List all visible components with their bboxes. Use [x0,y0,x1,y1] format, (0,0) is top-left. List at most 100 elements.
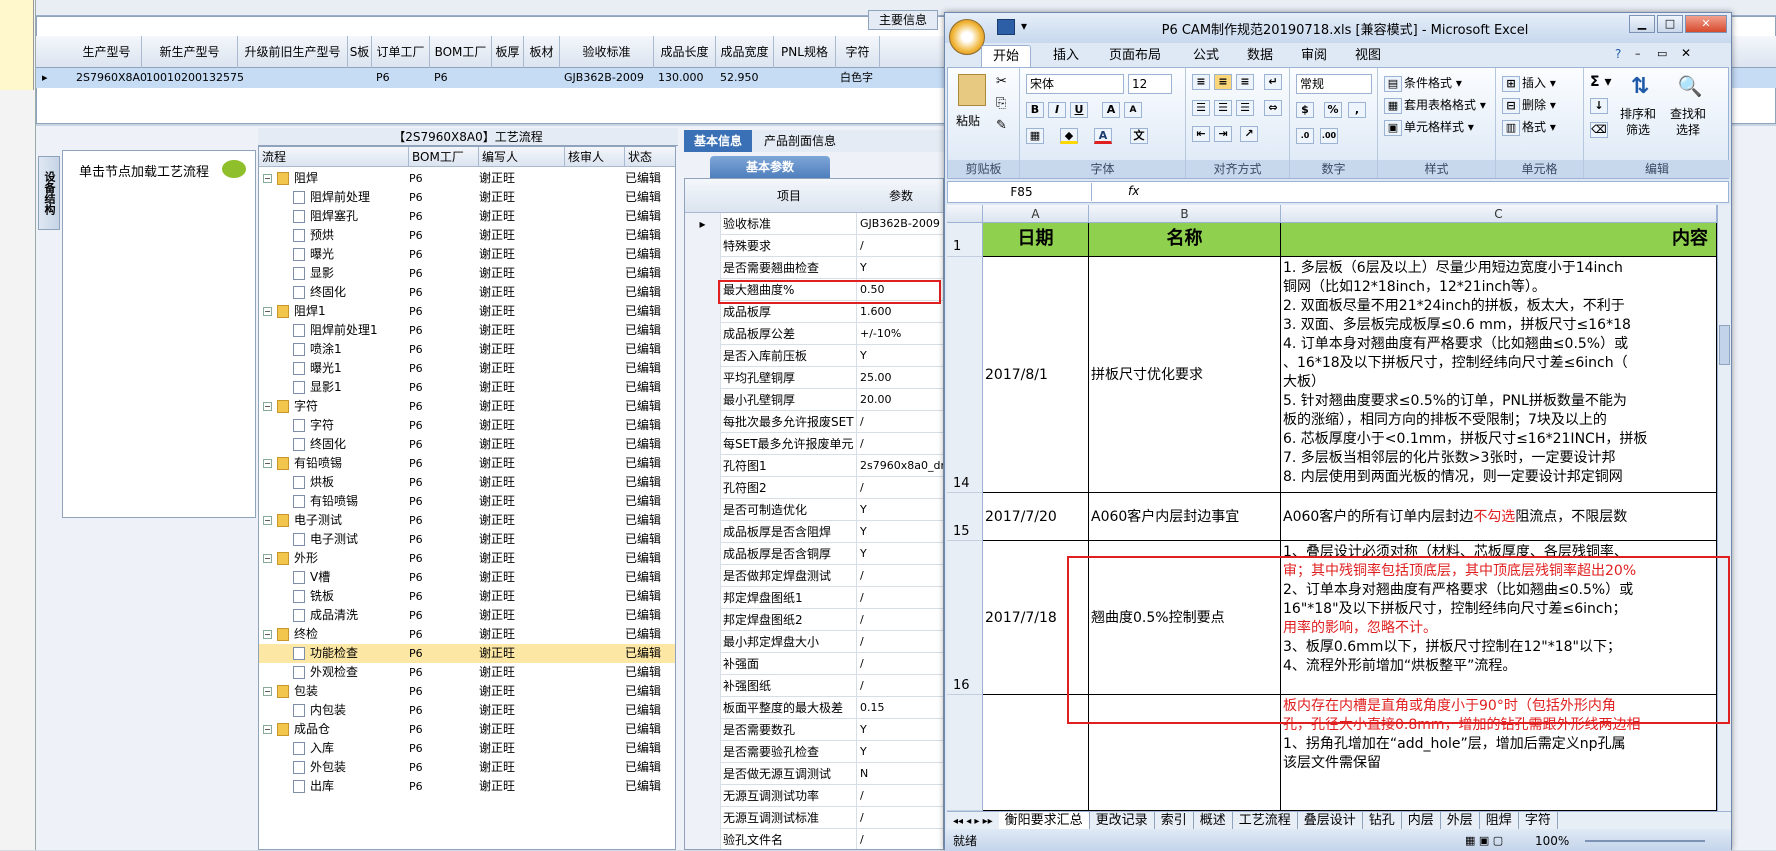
find-select-button[interactable]: 查找和 选择 [1670,106,1706,138]
sheet-tab[interactable]: 更改记录 [1090,812,1155,829]
cell-name[interactable]: 拼板尺寸优化要求 [1089,257,1281,493]
ribbon-min-icon[interactable]: – [1635,47,1641,60]
format-painter-icon[interactable]: ✎ [996,118,1007,133]
ribbon-tab[interactable]: 页面布局 [1099,45,1171,67]
param-row[interactable]: 补强图纸 / [685,675,943,697]
param-value[interactable]: 20.00 [857,389,943,411]
increase-indent-icon[interactable]: ⇥ [1214,126,1234,142]
flow-row[interactable]: − 电子测试 P6 谢正旺 已编辑 [259,511,675,530]
param-value[interactable]: / [857,631,943,653]
main-col-header[interactable]: 板材 [524,36,560,68]
main-row-cell[interactable]: P6 [372,68,430,88]
collapse-icon[interactable]: − [263,725,272,734]
font-color-button[interactable]: A [1094,128,1114,144]
param-row[interactable]: 平均孔壁铜厚 25.00 [685,367,943,389]
main-col-header[interactable]: 字符 [836,36,880,68]
row-number[interactable] [947,695,983,811]
ribbon-tab[interactable]: 审阅 [1291,45,1337,67]
formula-input[interactable] [1150,184,1720,200]
select-all-corner[interactable] [947,205,983,223]
device-structure-tab[interactable]: 设备结构 [38,156,60,230]
flow-row[interactable]: − 字符 P6 谢正旺 已编辑 [259,397,675,416]
sheet-tab[interactable]: 阻焊 [1480,812,1519,829]
main-col-header[interactable]: 板厚 [492,36,524,68]
param-value[interactable]: GJB362B-2009 [857,213,943,235]
table-format-button[interactable]: ▦ 套用表格格式 ▾ [1384,96,1486,114]
quick-access-dropdown-icon[interactable]: ▾ [1021,19,1027,33]
percent-icon[interactable]: % [1324,102,1344,118]
delete-cells-button[interactable]: ⊟ 删除 ▾ [1502,96,1556,114]
cell-date[interactable]: 2017/8/1 [983,257,1089,493]
fill-icon[interactable]: ↓ [1590,98,1610,114]
param-value[interactable]: / [857,807,943,829]
flow-row[interactable]: − 外形 P6 谢正旺 已编辑 [259,549,675,568]
main-col-header[interactable]: 成品宽度 [716,36,774,68]
param-value[interactable]: / [857,235,943,257]
main-row-cell[interactable] [774,68,836,88]
font-name-select[interactable]: 宋体 [1026,74,1124,94]
param-value[interactable]: 1.600 [857,301,943,323]
cell-content[interactable]: A060客户的所有订单内层封边不勾选阻流点，不限层数 [1281,493,1717,541]
zoom-slider[interactable] [1585,840,1705,842]
phonetic-button[interactable]: 文 [1130,128,1150,144]
collapse-icon[interactable]: − [263,630,272,639]
close-icon[interactable]: ✕ [1685,15,1727,33]
main-col-header[interactable]: 升级前旧生产型号 [238,36,348,68]
param-value[interactable]: Y [857,499,943,521]
flow-col-header[interactable]: 编写人 [479,147,565,167]
flow-row[interactable]: 出库 P6 谢正旺 已编辑 [259,777,675,796]
main-row-cell[interactable]: GJB362B-2009 [560,68,654,88]
conditional-format-button[interactable]: ▤ 条件格式 ▾ [1384,74,1462,92]
font-size-select[interactable]: 12 [1128,74,1172,94]
main-col-header[interactable]: 验收标准 [560,36,654,68]
sheet-tab[interactable]: 钻孔 [1363,812,1402,829]
flow-row[interactable]: − 成品仓 P6 谢正旺 已编辑 [259,720,675,739]
flow-row[interactable]: 显影1 P6 谢正旺 已编辑 [259,378,675,397]
param-value[interactable]: Y [857,741,943,763]
ribbon-close-icon[interactable]: ✕ [1681,46,1691,60]
param-value[interactable]: 2s7960x8a0_dr. [857,455,943,477]
col-C-header[interactable]: C [1281,205,1717,223]
border-button[interactable]: ▦ [1026,128,1046,144]
collapse-icon[interactable]: − [263,459,272,468]
collapse-icon[interactable]: − [263,516,272,525]
col-A-header[interactable]: A [983,205,1089,223]
param-row[interactable]: 成品板厚是否含铜厚 Y [685,543,943,565]
ribbon-tab[interactable]: 数据 [1237,45,1283,67]
param-value[interactable]: 25.00 [857,367,943,389]
ribbon-restore-icon[interactable]: ▭ [1657,47,1667,60]
main-col-header[interactable]: 生产型号 [72,36,142,68]
param-row[interactable]: 特殊要求 / [685,235,943,257]
header-name[interactable]: 名称 [1089,223,1281,257]
shrink-font-button[interactable]: A [1124,102,1144,118]
sheet-tab[interactable]: 工艺流程 [1233,812,1298,829]
main-row-cell[interactable] [348,68,372,88]
bold-button[interactable]: B [1026,102,1046,118]
tab-profile-info[interactable]: 产品剖面信息 [754,130,846,152]
sheet-tab[interactable]: 衡阳要求汇总 [998,812,1090,829]
main-row-cell[interactable] [238,68,348,88]
param-row[interactable]: 成品板厚是否含阻焊 Y [685,521,943,543]
align-left-icon[interactable]: ☰ [1192,100,1212,116]
flow-row[interactable]: 字符 P6 谢正旺 已编辑 [259,416,675,435]
scroll-thumb[interactable] [1719,325,1730,365]
main-col-header[interactable]: PNL规格 [774,36,836,68]
param-row[interactable]: 是否需要数孔 Y [685,719,943,741]
param-value[interactable]: / [857,565,943,587]
main-row-cell[interactable]: 10010200132575 [142,68,244,88]
sheet-tab[interactable]: 叠层设计 [1298,812,1363,829]
insert-cells-button[interactable]: ⊞ 插入 ▾ [1502,74,1556,92]
main-col-header[interactable]: BOM工厂 [430,36,492,68]
wrap-text-icon[interactable]: ↵ [1264,74,1284,90]
param-value[interactable]: / [857,587,943,609]
sheet-tab[interactable]: 字符 [1519,812,1558,829]
main-row-cell[interactable] [524,68,560,88]
flow-col-header[interactable]: 流程 [259,147,409,167]
param-value[interactable]: / [857,609,943,631]
subtab-basic-params[interactable]: 基本参数 [710,156,830,178]
param-value[interactable]: N [857,763,943,785]
param-value[interactable]: +/-10% [857,323,943,345]
flow-row[interactable]: 阻焊塞孔 P6 谢正旺 已编辑 [259,207,675,226]
flow-row[interactable]: 功能检查 P6 谢正旺 已编辑 [259,644,675,663]
main-row-cell[interactable] [492,68,524,88]
